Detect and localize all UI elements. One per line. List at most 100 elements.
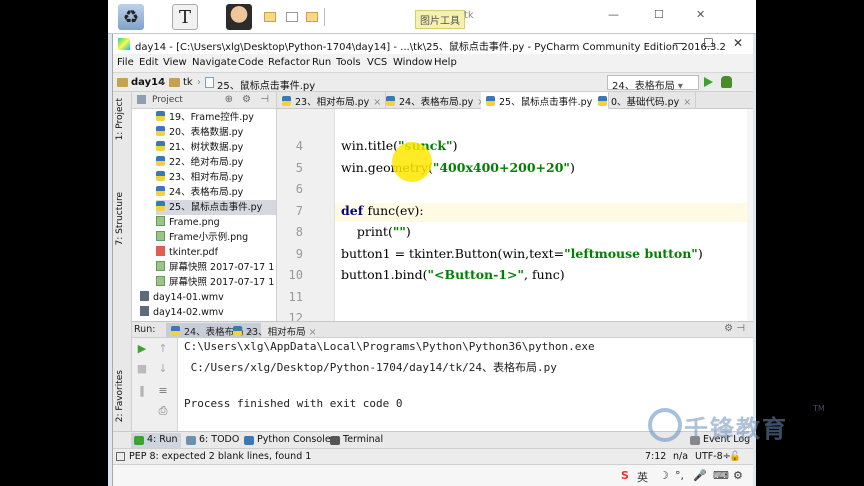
folder-icon[interactable] [306,12,318,22]
editor-tab[interactable]: 23、相对布局.py × [277,92,387,109]
menu-edit[interactable]: Edit [139,57,158,68]
project-panel-tools[interactable]: ⊕ ⚙ ⊣ [225,94,272,105]
bottom-tab[interactable]: 4: Run [131,433,182,448]
project-tree-item[interactable]: 25、鼠标点击事件.py [156,200,276,215]
recycle-bin-icon[interactable]: ♻ [118,4,144,30]
editor-tab[interactable]: 25、鼠标点击事件.py× [481,92,610,109]
keyboard-icon[interactable]: ⌨ [713,469,729,482]
scroll-down-icon[interactable]: ↓ [156,362,170,376]
folder-icon[interactable] [264,12,276,22]
py-file-icon [156,126,165,136]
run-panel-label: Run: [134,324,156,335]
soft-wrap-icon[interactable]: ≡ [156,384,170,398]
stop-icon[interactable]: ■ [135,362,149,376]
bottom-tab-label: Python Console [257,434,331,445]
close-icon[interactable]: ✕ [733,36,743,50]
pycharm-logo-icon [118,38,130,50]
project-tool-tab[interactable]: 1: Project [115,98,125,140]
menu-vcs[interactable]: VCS [367,57,387,68]
run-button[interactable] [704,77,713,87]
menu-code[interactable]: Code [238,57,264,68]
menu-refactor[interactable]: Refactor [268,57,310,68]
ime-language[interactable]: 英 [637,469,648,485]
file-encoding[interactable]: UTF-8÷ [695,451,731,462]
punctuation-icon[interactable]: °, [675,469,684,482]
minimize-icon[interactable]: — [608,8,619,21]
project-tree-item[interactable]: 23、相对布局.py [156,170,276,185]
breadcrumb-file[interactable]: 25、鼠标点击事件.py [217,77,315,92]
sogou-ime-icon[interactable]: S [621,469,629,482]
tool-windows-icon[interactable] [116,452,125,461]
project-tree-item[interactable]: 24、表格布局.py [156,185,276,200]
bottom-tab[interactable]: Terminal [327,433,387,448]
project-tree-item[interactable]: day14-01.wmv [140,290,276,305]
debug-button[interactable] [721,76,732,88]
project-tree-item[interactable]: 屏幕快照 2017-07-17 1 [156,260,276,275]
menu-file[interactable]: File [117,57,134,68]
checklist-icon[interactable] [286,12,298,22]
code-line[interactable]: button1 = tkinter.Button(win,text="leftm… [341,246,703,261]
project-tree-item[interactable]: 22、绝对布局.py [156,155,276,170]
lock-icon[interactable]: 🔓 [729,451,741,462]
print-icon[interactable]: ⎙ [156,404,170,418]
minimize-icon[interactable]: — [673,36,685,50]
project-tree-item[interactable]: tkinter.pdf [156,245,276,260]
moon-icon[interactable]: ☽ [659,469,669,482]
project-tree-item[interactable]: 21、树状数据.py [156,140,276,155]
maximize-icon[interactable]: ☐ [654,8,664,21]
caret-position[interactable]: 7:12 [645,451,666,462]
breadcrumb-folder[interactable]: tk [183,77,193,88]
editor-tab[interactable]: 0、基础代码.py × [593,92,697,109]
line-number: 6 [295,182,303,196]
bottom-tab[interactable]: Python Console [241,433,335,448]
menu-window[interactable]: Window [393,57,432,68]
close-tab-icon[interactable]: × [309,327,317,338]
picture-tools-tab[interactable]: 图片工具 [415,10,465,29]
user-avatar-icon[interactable] [226,4,252,30]
favorites-tool-tab[interactable]: 2: Favorites [115,370,125,422]
code-line[interactable]: print("") [341,224,411,239]
text-editor-icon[interactable]: T [172,4,198,30]
code-line[interactable]: button1.bind("<Button-1>", func) [341,267,565,282]
run-configuration-select[interactable]: 24、表格布局 ▾ [607,75,699,92]
line-number: 4 [295,139,303,153]
menu-help[interactable]: Help [434,57,457,68]
code-text: ) [452,138,458,153]
project-tree-item[interactable]: Frame小示例.png [156,230,276,245]
project-view-select[interactable]: Project [152,95,183,105]
editor-tab-label: 24、表格布局.py [399,97,474,108]
project-tree-item-label: day14-02.wmv [153,307,224,318]
project-tree-item[interactable]: Frame.png [156,215,276,230]
close-icon[interactable]: ✕ [696,8,705,21]
run-tab[interactable]: 23、相对布局 × [228,323,323,338]
menu-run[interactable]: Run [312,57,331,68]
editor-tab[interactable]: 24、表格布局.py× [381,92,491,109]
menu-navigate[interactable]: Navigate [192,57,237,68]
project-tree-item[interactable]: 19、Frame控件.py [156,110,276,125]
line-separator[interactable]: n/a [673,451,688,462]
rerun-icon[interactable]: ▶ [135,342,149,356]
project-tree-item[interactable]: day14-02.wmv [140,305,276,320]
menu-tools[interactable]: Tools [336,57,361,68]
code-editor[interactable]: win.title("sunck") win.geometry("400x400+… [335,109,747,321]
code-line[interactable]: win.geometry("400x400+200+20") [341,160,575,175]
maximize-icon[interactable]: ☐ [703,36,714,50]
folder-icon [117,78,128,87]
run-panel-settings-icon[interactable]: ⚙ ⊣ [724,323,745,334]
microphone-icon[interactable]: 🎤 [693,469,707,482]
bottom-tab[interactable]: 6: TODO [183,433,243,448]
close-tab-icon[interactable]: × [683,97,691,108]
menu-view[interactable]: View [163,57,187,68]
editor-scrollbar[interactable] [747,109,753,321]
structure-tool-tab[interactable]: 7: Structure [115,192,125,246]
project-tree-item[interactable]: 20、表格数据.py [156,125,276,140]
run-tab-label: 23、相对布局 [246,327,306,338]
project-tree-item[interactable]: 屏幕快照 2017-07-17 1 [156,275,276,290]
breadcrumb-root[interactable]: day14 [131,77,165,88]
chevron-down-icon: ▾ [677,81,683,92]
pause-icon[interactable]: ‖ [135,384,149,398]
line-number: 5 [295,160,303,175]
scroll-up-icon[interactable]: ↑ [156,342,170,356]
code-line[interactable]: def func(ev): [335,202,747,222]
gear-icon[interactable]: ⚙ [733,469,743,482]
